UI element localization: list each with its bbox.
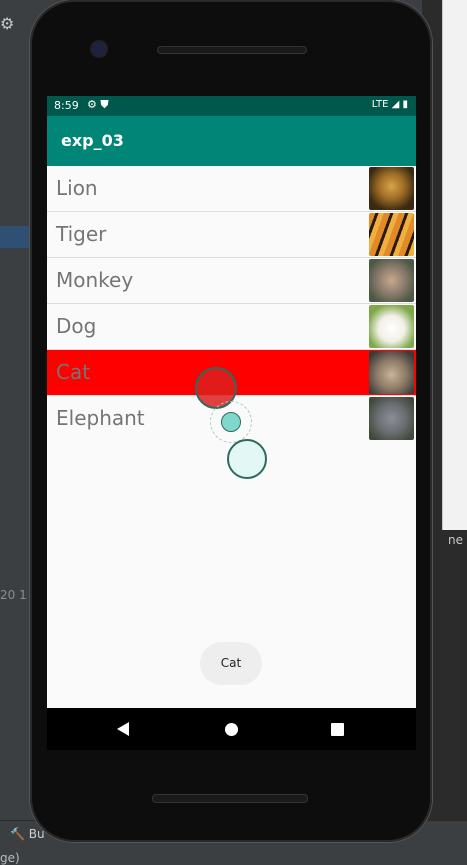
cat-image [369, 351, 414, 394]
touch-indicator [221, 412, 241, 432]
navigation-bar [47, 708, 416, 750]
back-icon[interactable] [117, 722, 129, 736]
settings-icon: ⚙ [87, 98, 97, 111]
list-item-label: Dog [56, 314, 97, 338]
list-item-label: Tiger [56, 222, 107, 246]
shield-icon: ⛊ [100, 98, 109, 111]
list-item-label: Lion [56, 176, 98, 200]
list-item-tiger[interactable]: Tiger [47, 212, 416, 258]
build-button[interactable]: 🔨 Bu [10, 827, 45, 841]
list-item-label: Monkey [56, 268, 134, 292]
status-bar: 8:59 ⚙ ⛊ LTE ◢ ▮ [47, 96, 416, 116]
lion-image [369, 167, 414, 210]
recents-icon[interactable] [331, 723, 344, 736]
ide-side-panel [442, 0, 467, 530]
signal-icon: ◢ [391, 99, 400, 110]
toast-message: Cat [200, 642, 262, 685]
elephant-image [369, 397, 414, 440]
monkey-image [369, 259, 414, 302]
list-item-monkey[interactable]: Monkey [47, 258, 416, 304]
home-icon[interactable] [225, 723, 238, 736]
app-title: exp_03 [61, 131, 124, 150]
top-speaker [157, 46, 307, 54]
list-item-label: Cat [56, 360, 91, 384]
list-item-dog[interactable]: Dog [47, 304, 416, 350]
ide-left-text: 20 1 [0, 588, 27, 602]
network-type: LTE [371, 99, 389, 110]
device-screen: 8:59 ⚙ ⛊ LTE ◢ ▮ exp_03 Lion Tiger Monke… [47, 96, 416, 708]
status-time: 8:59 [54, 99, 79, 112]
gear-icon[interactable]: ⚙ [0, 14, 14, 33]
list-item-label: Elephant [56, 406, 145, 430]
tiger-image [369, 213, 414, 256]
ide-bottom-text: ge) [0, 851, 20, 865]
app-bar: exp_03 [47, 116, 416, 166]
ide-right-tab[interactable]: ne [448, 530, 467, 550]
hammer-icon: 🔨 [10, 827, 25, 841]
bottom-speaker [152, 794, 308, 803]
touch-indicator [227, 439, 267, 479]
dog-image [369, 305, 414, 348]
front-camera [92, 42, 106, 56]
battery-icon: ▮ [402, 99, 408, 110]
list-item-lion[interactable]: Lion [47, 166, 416, 212]
